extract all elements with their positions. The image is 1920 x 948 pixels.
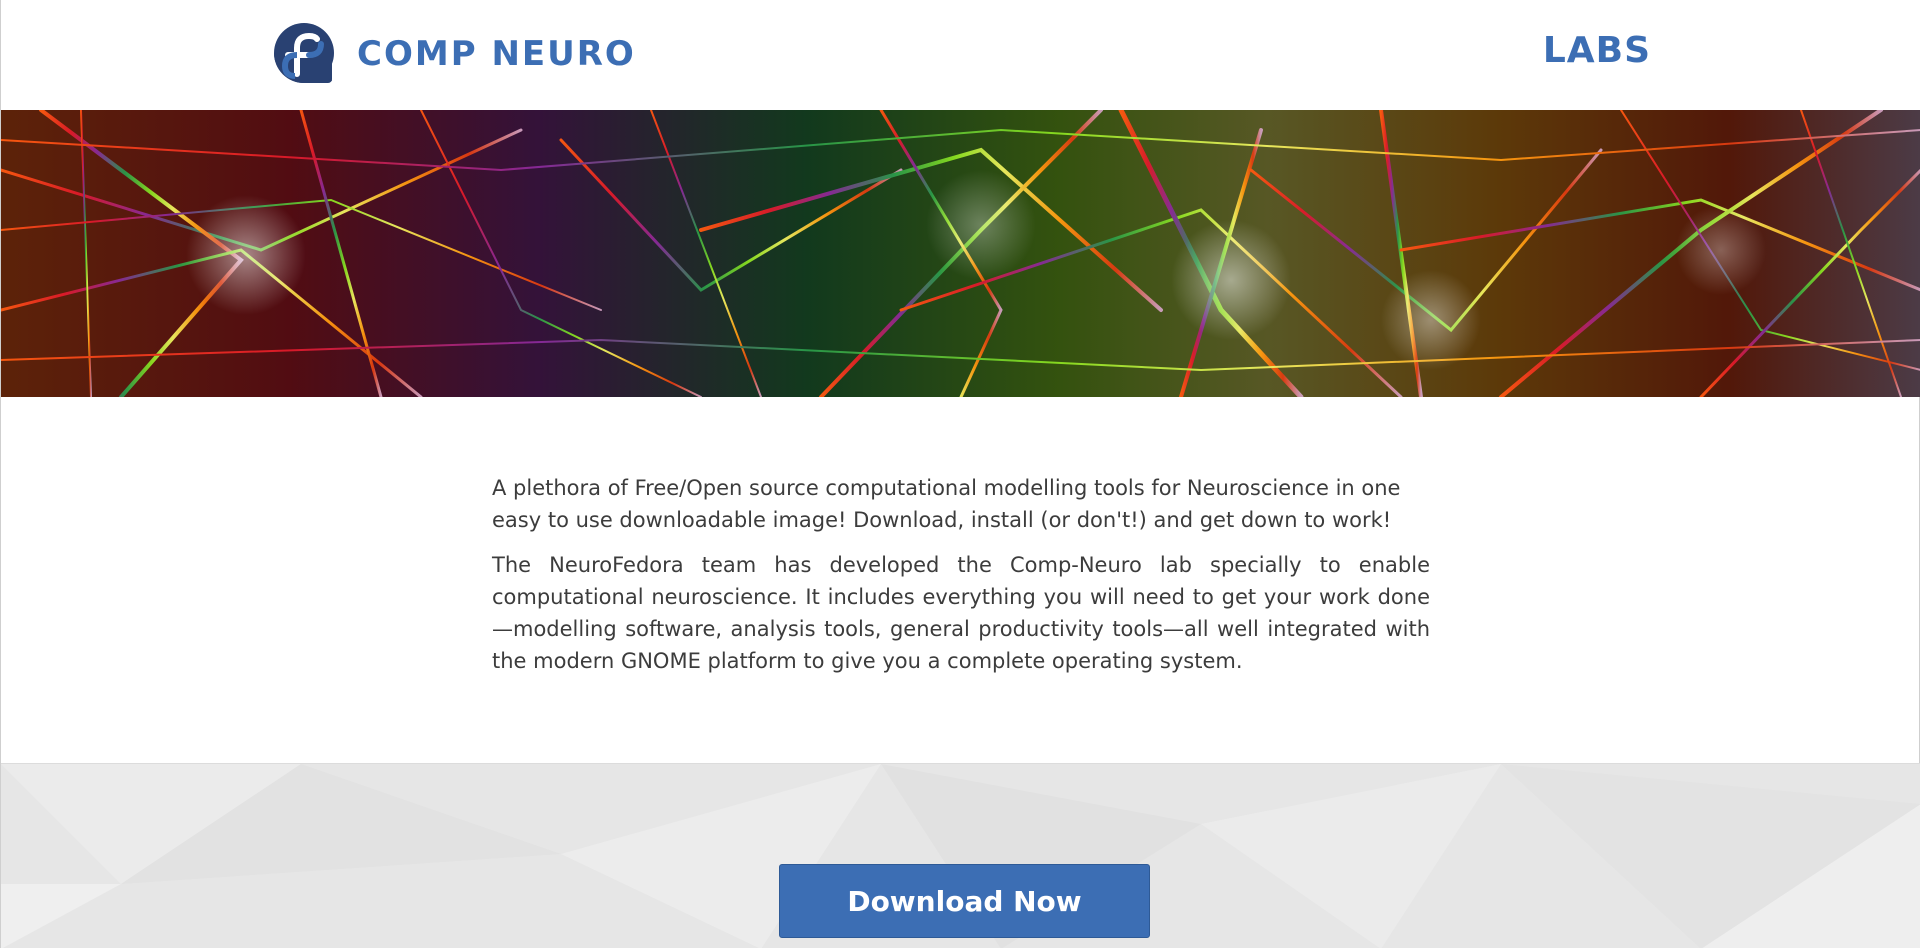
svg-text:™: ™ [327,79,333,86]
neurons-banner-image [1,110,1920,397]
description-paragraph: The NeuroFedora team has developed the C… [492,553,1430,673]
download-section: Download Now [1,763,1920,948]
site-header: ™ COMP NEURO LABS [1,0,1920,110]
brand-name: COMP NEURO [357,34,636,74]
download-now-button[interactable]: Download Now [779,864,1150,938]
fedora-logo-icon: ™ [273,22,335,86]
intro-paragraph: A plethora of Free/Open source computati… [492,476,1401,532]
intro-content: A plethora of Free/Open source computati… [492,472,1430,690]
brand-home-link[interactable]: ™ COMP NEURO [273,22,636,86]
labs-link[interactable]: LABS [1543,30,1651,71]
